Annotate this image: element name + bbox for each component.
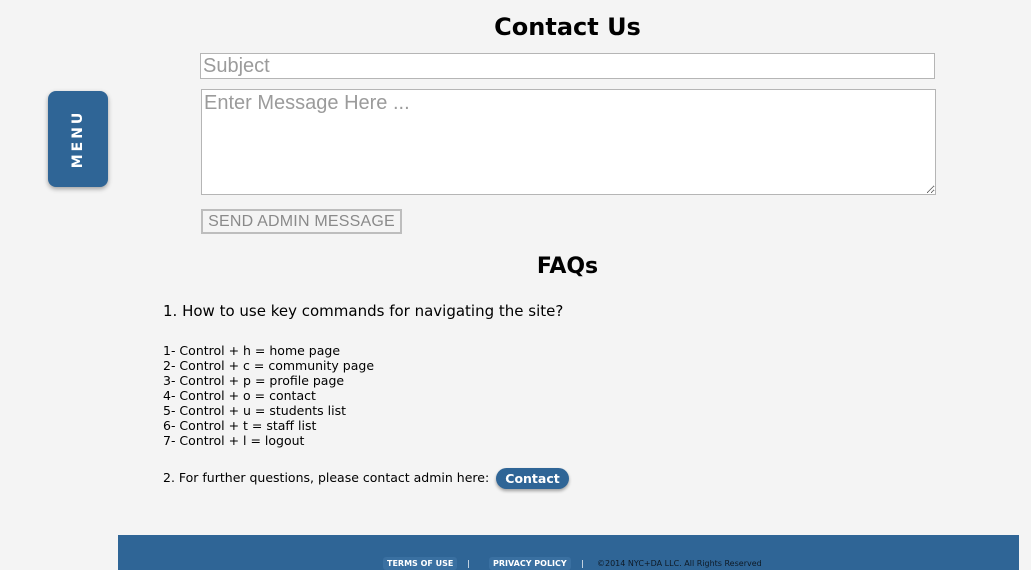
menu-tab[interactable]: MENU <box>48 91 108 187</box>
footer: TERMS OF USE | PRIVACY POLICY | ©2014 NY… <box>118 535 1019 570</box>
faq-title: FAQs <box>536 254 599 279</box>
terms-of-use-link[interactable]: TERMS OF USE <box>383 557 458 570</box>
privacy-policy-link[interactable]: PRIVACY POLICY <box>489 557 571 570</box>
command-item: 7- Control + l = logout <box>163 433 305 448</box>
faq-further-questions: 2. For further questions, please contact… <box>163 470 490 485</box>
command-item: 3- Control + p = profile page <box>163 373 345 388</box>
faq-question-key-commands: 1. How to use key commands for navigatin… <box>163 302 564 320</box>
contact-admin-button[interactable]: Contact <box>496 468 569 489</box>
command-item: 5- Control + u = students list <box>163 403 347 418</box>
copyright-text: ©2014 NYC+DA LLC. All Rights Reserved <box>597 559 762 568</box>
command-item: 6- Control + t = staff list <box>163 418 317 433</box>
command-item: 2- Control + c = community page <box>163 358 375 373</box>
page-title: Contact Us <box>494 13 641 41</box>
message-textarea[interactable] <box>201 89 936 195</box>
command-item: 4- Control + o = contact <box>163 388 316 403</box>
footer-separator: | <box>581 559 584 568</box>
command-item: 1- Control + h = home page <box>163 343 341 358</box>
footer-separator: | <box>467 559 470 568</box>
menu-label: MENU <box>70 109 86 169</box>
subject-input[interactable] <box>200 53 935 79</box>
key-commands-list: 1- Control + h = home page 2- Control + … <box>163 343 374 448</box>
send-admin-message-button[interactable]: SEND ADMIN MESSAGE <box>201 209 402 234</box>
